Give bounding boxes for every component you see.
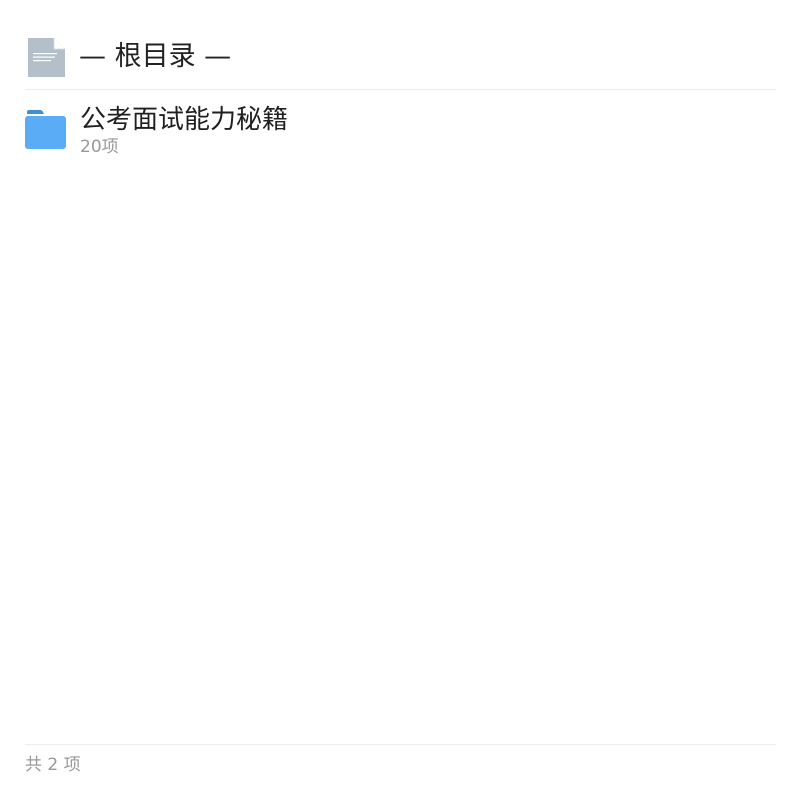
folder-icon [25, 110, 66, 149]
footer-bar: 共 2 项 [25, 744, 776, 785]
page-title: — 根目录 — [79, 41, 232, 72]
folder-row[interactable]: 公考面试能力秘籍 20项 [25, 100, 776, 162]
folder-name[interactable]: 公考面试能力秘籍 [80, 102, 288, 138]
folder-item-count: 20项 [80, 137, 119, 157]
total-count: 共 2 项 [25, 755, 81, 775]
document-icon [28, 38, 65, 77]
file-browser-page: — 根目录 — 公考面试能力秘籍 20项 共 2 项 [0, 0, 800, 800]
directory-header: — 根目录 — [25, 36, 776, 90]
